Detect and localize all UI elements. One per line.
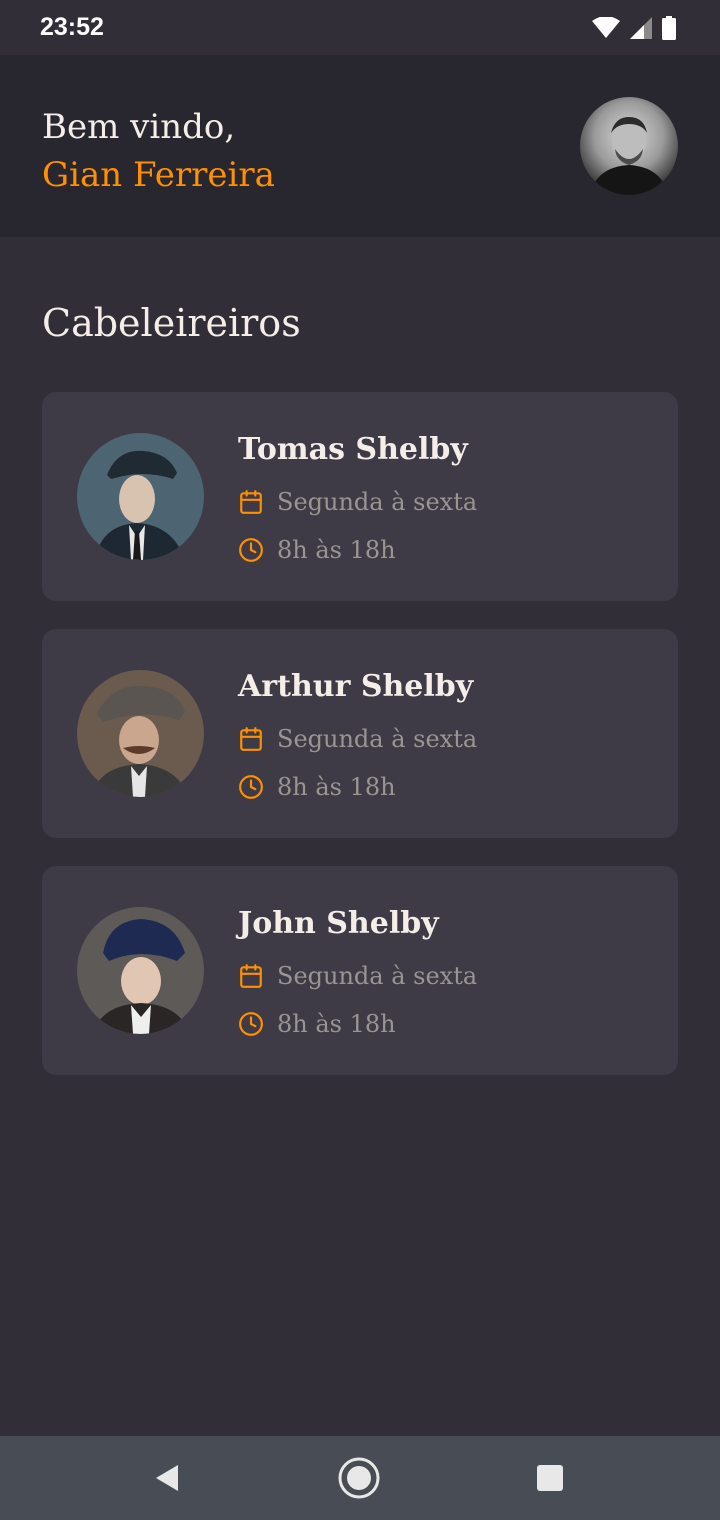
provider-name: Arthur Shelby [238, 669, 474, 704]
provider-name: Tomas Shelby [238, 432, 468, 467]
provider-days-row: Segunda à sexta [238, 724, 477, 754]
provider-avatar [77, 907, 204, 1034]
calendar-icon [240, 490, 262, 514]
provider-hours-row: 8h às 18h [238, 535, 396, 565]
provider-days-row: Segunda à sexta [238, 961, 477, 991]
recents-icon[interactable] [528, 1456, 572, 1500]
status-icons [592, 15, 676, 41]
provider-card[interactable]: John Shelby Segunda à sexta 8h às 18h [42, 866, 678, 1075]
home-icon[interactable] [337, 1456, 381, 1500]
provider-name: John Shelby [238, 906, 439, 941]
provider-hours-row: 8h às 18h [238, 772, 396, 802]
provider-avatar [77, 433, 204, 560]
clock-icon [239, 1012, 263, 1036]
provider-hours: 8h às 18h [277, 773, 396, 801]
navigation-bar [0, 1436, 720, 1520]
provider-days: Segunda à sexta [277, 725, 478, 753]
provider-hours: 8h às 18h [277, 1010, 396, 1038]
calendar-icon [240, 964, 262, 988]
wifi-icon [592, 17, 620, 38]
battery-icon [662, 16, 676, 40]
signal-icon [630, 17, 652, 39]
provider-card[interactable]: Arthur Shelby Segunda à sexta 8h às 18h [42, 629, 678, 838]
provider-card[interactable]: Tomas Shelby Segunda à sexta 8h às 18h [42, 392, 678, 601]
clock-icon [239, 775, 263, 799]
provider-hours-row: 8h às 18h [238, 1009, 396, 1039]
section-title: Cabeleireiros [42, 301, 301, 345]
status-time: 23:52 [40, 13, 104, 41]
back-icon[interactable] [145, 1456, 189, 1500]
provider-days: Segunda à sexta [277, 962, 478, 990]
user-name: Gian Ferreira [42, 155, 275, 195]
header: Bem vindo, Gian Ferreira [0, 55, 720, 237]
provider-days-row: Segunda à sexta [238, 487, 477, 517]
greeting: Bem vindo, [42, 107, 236, 147]
user-avatar[interactable] [580, 97, 678, 195]
provider-hours: 8h às 18h [277, 536, 396, 564]
clock-icon [239, 538, 263, 562]
calendar-icon [240, 727, 262, 751]
provider-avatar [77, 670, 204, 797]
status-bar: 23:52 [0, 0, 720, 55]
provider-days: Segunda à sexta [277, 488, 478, 516]
